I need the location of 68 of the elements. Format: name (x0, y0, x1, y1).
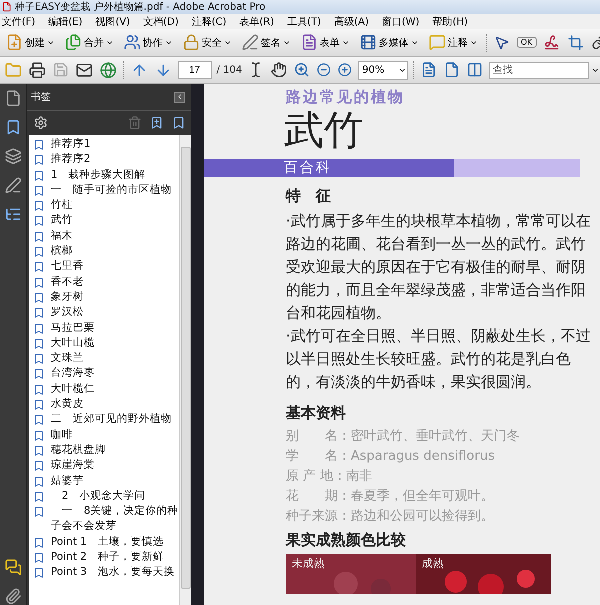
toolbar-button[interactable]: 注释 (427, 34, 480, 51)
page-title: 武竹 (284, 107, 365, 155)
menu-item[interactable]: 文档(D) (143, 14, 179, 28)
bookmark-item[interactable]: 二 近郊可见的野外植物 (51, 412, 179, 428)
bookmark-item[interactable]: 竹柱 (51, 198, 179, 214)
toolbar-button[interactable]: 合并 (63, 34, 116, 51)
menu-item[interactable]: 文件(F) (2, 14, 36, 28)
menu-item[interactable]: 窗口(W) (382, 14, 420, 28)
search-field[interactable]: 查找 (489, 62, 589, 78)
bookmark-item[interactable]: 姑婆芋 (51, 474, 179, 489)
toolbar-button[interactable]: 签名 (240, 34, 293, 51)
bookmark-item[interactable]: 推荐序2 (51, 152, 179, 168)
bookmark-item[interactable]: 水黄皮 (51, 397, 179, 412)
info-row-text: 学 名：Asparagus densiflorus (286, 448, 496, 466)
toolbar-button[interactable]: 多媒体 (358, 34, 421, 51)
section-heading: 基本资料 (286, 404, 347, 423)
menu-item[interactable]: 注释(C) (192, 14, 227, 28)
menu-item[interactable]: 高级(A) (334, 14, 369, 28)
toolbar-button[interactable]: 创建 (4, 34, 57, 51)
paragraph: ·武竹可在全日照、半日照、阴蔽处生长，不过以半日照处生长较旺盛。武竹的花是乳白色的，有淡淡的牛奶香味，果实很圆润。 (286, 326, 592, 393)
bookmark-item[interactable]: 大叶山榄 (51, 336, 179, 352)
bookmark-item[interactable]: 大叶榄仁 (51, 382, 179, 398)
bookmark-item[interactable]: 福木 (51, 228, 179, 244)
bookmark-item[interactable]: Point 3 泡水，要每天换 (51, 565, 179, 581)
bookmark-item[interactable]: 穗花棋盘脚 (51, 442, 179, 458)
photo-caption: 未成熟 (292, 556, 325, 571)
section-heading: 果实成熟颜色比较 (286, 531, 407, 550)
bookmark-item[interactable]: 文珠兰 (51, 351, 179, 366)
bookmark-item[interactable]: Point 1 土壤，要慎选 (51, 534, 179, 550)
menu-item[interactable]: 编辑(E) (48, 14, 83, 28)
bookmark-item[interactable]: 咖啡 (51, 428, 179, 443)
toolbar-button[interactable]: 表单 (299, 34, 352, 51)
paragraph: ·武竹属于多年生的块根草本植物，常常可以在路边的花圃、花台看到一丛一丛的武竹。武竹受欢迎最大的原因在于它有极佳的耐旱、耐阴的能力，而且全年翠绿茂盛，非常适合当作阳台和花园植物。 (286, 211, 592, 324)
info-row-text: 花 期：春夏季，但全年可观叶。 (286, 488, 495, 506)
photo-caption: 成熟 (422, 556, 444, 571)
family-banner: 百合科 (204, 159, 454, 177)
bookmark-item[interactable]: 七里香 (51, 259, 179, 275)
info-row-text: 别 名：密叶武竹、垂叶武竹、天门冬 (286, 428, 521, 446)
bookmark-item[interactable]: 武竹 (51, 213, 179, 229)
bookmark-item[interactable]: 马拉巴栗 (51, 320, 179, 336)
toolbar-button[interactable]: 安全 (181, 34, 234, 51)
menu-item[interactable]: 工具(T) (287, 14, 322, 28)
info-row-text: 种子来源：路边和公园可以捡得到。 (286, 508, 495, 526)
bookmark-item[interactable]: 罗汉松 (51, 305, 179, 321)
section-heading: 特 征 (286, 187, 332, 206)
menu-item[interactable]: 帮助(H) (432, 14, 468, 28)
bookmark-item[interactable]: 一 随手可捡的市区植物 (51, 182, 179, 198)
form-button-tool[interactable]: OK (517, 37, 537, 48)
window-title: 种子EASY变盆栽 户外植物篇.pdf - Adobe Acrobat Pro (15, 0, 266, 14)
page-number-field[interactable]: 17 (178, 61, 212, 79)
toolbar-button[interactable]: 协作 (122, 34, 175, 51)
menu-item[interactable]: 表单(R) (240, 14, 274, 28)
bookmark-item[interactable]: 一 8关键，决定你的种子会不会发芽 (51, 504, 179, 535)
page-count: / 104 (216, 64, 242, 76)
bookmark-item[interactable]: 象牙树 (51, 290, 179, 306)
bookmark-item[interactable]: 琼崖海棠 (51, 458, 179, 474)
info-row-text: 原 产 地：南非 (286, 468, 374, 486)
menu-item[interactable]: 视图(V) (96, 14, 130, 28)
bookmark-item[interactable]: 1 栽种步骤大图解 (51, 168, 179, 183)
panel-title: 书签 (31, 90, 51, 104)
zoom-field[interactable]: 90% (358, 60, 408, 80)
page-kicker: 路边常见的植物 (286, 88, 406, 107)
bookmark-item[interactable]: 2 小观念大学问 (51, 488, 179, 504)
bookmark-item[interactable]: 推荐序1 (51, 137, 179, 152)
bookmark-item[interactable]: Point 2 种子，要新鲜 (51, 550, 179, 566)
bookmark-item[interactable]: 香不老 (51, 274, 179, 290)
bookmark-item[interactable]: 台湾海枣 (51, 366, 179, 382)
bookmark-item[interactable]: 槟榔 (51, 244, 179, 260)
